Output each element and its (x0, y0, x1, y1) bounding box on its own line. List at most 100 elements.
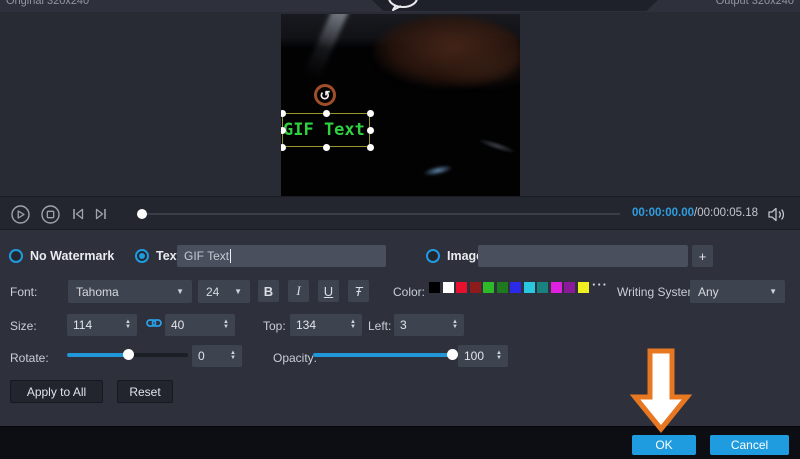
color-swatch[interactable] (469, 282, 481, 293)
spinner-arrows[interactable]: ▲ ▼ (223, 319, 229, 330)
left-value: 3 (400, 318, 407, 332)
chevron-down-icon: ▼ (234, 287, 242, 296)
play-button[interactable] (11, 205, 30, 224)
color-swatch[interactable] (550, 282, 562, 293)
seek-slider[interactable] (137, 209, 620, 219)
color-label: Color: (393, 285, 426, 299)
arrow-down-icon[interactable]: ▼ (230, 355, 236, 361)
skip-start-button[interactable] (71, 207, 85, 221)
spinner-arrows[interactable]: ▲ ▼ (496, 350, 502, 361)
color-swatch[interactable] (537, 282, 548, 293)
ok-button[interactable]: OK (632, 435, 696, 455)
font-value: Tahoma (76, 284, 119, 299)
video-frame-glint (422, 162, 454, 179)
arrow-down-icon[interactable]: ▼ (125, 324, 131, 330)
color-swatch[interactable] (496, 282, 508, 293)
height-value: 40 (171, 318, 185, 332)
font-size-value: 24 (206, 284, 220, 299)
text-watermark-input[interactable]: GIF Text (177, 245, 386, 267)
opacity-slider[interactable] (313, 349, 458, 360)
font-size-dropdown[interactable]: 24 ▼ (198, 280, 250, 303)
color-swatch[interactable] (510, 282, 521, 293)
overlay-text[interactable]: GIF Text (283, 114, 369, 146)
width-spinner[interactable]: 114 ▲ ▼ (67, 314, 137, 336)
color-swatch[interactable] (442, 282, 454, 293)
spinner-arrows[interactable]: ▲ ▼ (452, 319, 458, 330)
color-swatch[interactable] (483, 282, 494, 293)
text-cursor (230, 249, 232, 263)
text-watermark-radio[interactable] (135, 249, 149, 263)
footer-bar: OK Cancel (0, 426, 800, 459)
rotate-slider[interactable] (67, 349, 188, 360)
resize-handle-s[interactable] (323, 144, 330, 151)
opacity-spinner[interactable]: 100 ▲ ▼ (458, 345, 508, 367)
spinner-arrows[interactable]: ▲ ▼ (125, 319, 131, 330)
timestamp: 00:00:00.00/00:00:05.18 (632, 207, 758, 219)
resize-handle-e[interactable] (367, 127, 374, 134)
rotate-arrow-glyph: ↺ (319, 87, 331, 103)
color-swatch[interactable] (456, 282, 467, 293)
top-label: Top: (263, 319, 286, 333)
color-swatch[interactable] (564, 282, 575, 293)
strikethrough-button[interactable]: Ŧ (348, 280, 369, 302)
apply-to-all-button[interactable]: Apply to All (10, 380, 103, 403)
chevron-down-icon: ▼ (176, 287, 184, 296)
opacity-label: Opacity: (273, 351, 318, 365)
color-swatch[interactable] (577, 282, 589, 293)
no-watermark-label[interactable]: No Watermark (30, 249, 114, 263)
top-spinner[interactable]: 134 ▲ ▼ (290, 314, 362, 336)
text-selection-box[interactable]: GIF Text (281, 110, 374, 151)
rotate-handle-icon[interactable]: ↺ (314, 84, 336, 106)
skip-end-button[interactable] (94, 207, 108, 221)
spinner-arrows[interactable]: ▲ ▼ (230, 350, 236, 361)
arrow-down-icon[interactable]: ▼ (350, 324, 356, 330)
color-swatch[interactable] (429, 282, 440, 293)
arrow-down-icon[interactable]: ▼ (452, 324, 458, 330)
color-swatches (429, 282, 589, 294)
volume-icon[interactable] (766, 207, 786, 222)
arrow-down-icon[interactable]: ▼ (223, 324, 229, 330)
spinner-arrows[interactable]: ▲ ▼ (350, 319, 356, 330)
resize-handle-se[interactable] (367, 144, 374, 151)
italic-button[interactable]: I (288, 280, 309, 302)
text-watermark-value: GIF Text (184, 249, 230, 263)
top-value: 134 (296, 318, 317, 332)
arrow-down-icon[interactable]: ▼ (496, 355, 502, 361)
no-watermark-radio[interactable] (9, 249, 23, 263)
original-size-label: Original 320x240 (6, 0, 90, 7)
output-size-label: Output 320x240 (715, 0, 794, 7)
underline-button[interactable]: U (318, 280, 339, 302)
settings-panel: No Watermark Text GIF Text Image + Font:… (0, 230, 800, 426)
video-preview[interactable]: ↺ GIF Text (281, 14, 520, 196)
opacity-thumb[interactable] (447, 349, 458, 360)
font-dropdown[interactable]: Tahoma ▼ (68, 280, 192, 303)
left-spinner[interactable]: 3 ▲ ▼ (394, 314, 464, 336)
writing-systems-dropdown[interactable]: Any ▼ (690, 280, 785, 303)
width-value: 114 (73, 318, 93, 332)
size-label: Size: (10, 319, 37, 333)
resize-handle-sw[interactable] (281, 144, 286, 151)
transport-bar: 00:00:00.00/00:00:05.18 (0, 196, 800, 230)
image-path-input[interactable] (478, 245, 688, 267)
more-colors-button[interactable]: ··· (592, 277, 608, 292)
stop-button[interactable] (41, 205, 60, 224)
seek-thumb[interactable] (137, 209, 148, 219)
color-swatch[interactable] (523, 282, 535, 293)
left-label: Left: (368, 319, 392, 333)
rotate-thumb[interactable] (122, 349, 134, 360)
speech-bubble-icon[interactable] (386, 0, 420, 12)
seek-track[interactable] (140, 213, 620, 215)
image-watermark-radio[interactable] (426, 249, 440, 263)
height-spinner[interactable]: 40 ▲ ▼ (165, 314, 235, 336)
bold-button[interactable]: B (258, 280, 279, 302)
chevron-down-icon: ▼ (769, 287, 777, 296)
rotate-fill (67, 353, 128, 357)
opacity-fill (313, 353, 452, 357)
resize-handle-n[interactable] (323, 110, 330, 117)
reset-button[interactable]: Reset (117, 380, 173, 403)
add-image-button[interactable]: + (692, 245, 713, 267)
cancel-button[interactable]: Cancel (710, 435, 789, 455)
resize-handle-ne[interactable] (367, 110, 374, 117)
rotate-spinner[interactable]: 0 ▲ ▼ (192, 345, 242, 367)
link-dimensions-icon[interactable] (146, 316, 162, 335)
